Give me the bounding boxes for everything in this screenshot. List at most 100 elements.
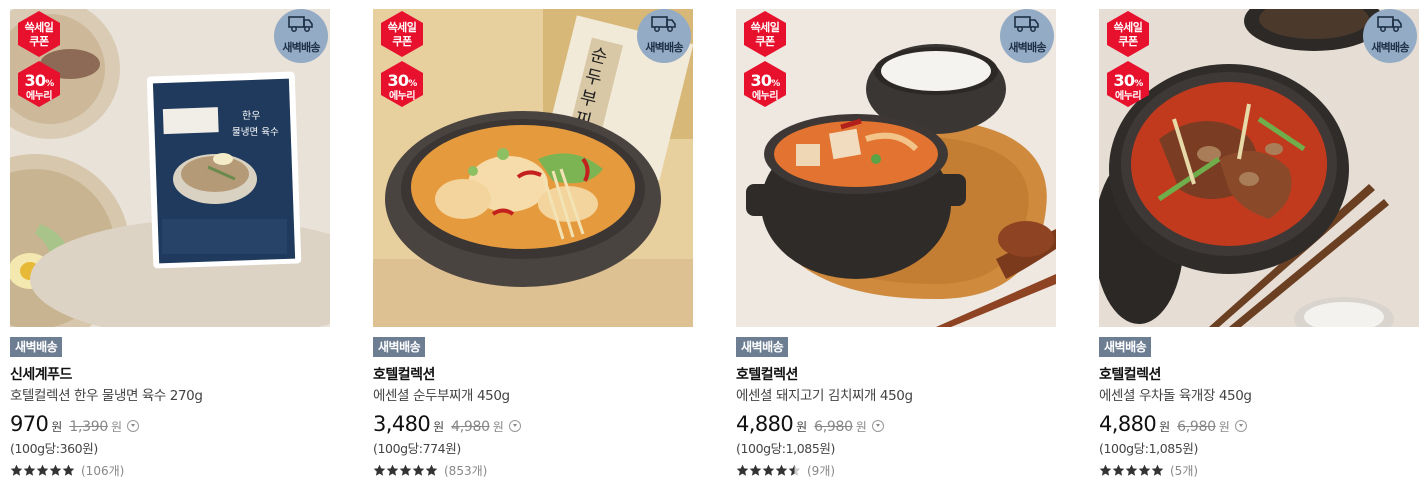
- chevron-down-circle-icon[interactable]: [508, 420, 521, 432]
- product-card[interactable]: 쓱세일 쿠폰 30% 에누리 새벽배송 새벽배송 호텔컬렉션 에센셜 우차돌 육…: [1099, 9, 1419, 479]
- star-icon: [399, 464, 412, 476]
- badge-line2: 쿠폰: [755, 35, 775, 48]
- product-brand: 호텔컬렉션: [736, 367, 798, 383]
- original-price-unit: 원: [1218, 420, 1230, 434]
- product-brand: 호텔컬렉션: [1099, 367, 1161, 383]
- star-icon: [373, 464, 386, 476]
- original-price: 6,980: [814, 419, 853, 435]
- chevron-down-circle-icon[interactable]: [871, 420, 884, 432]
- price-unit: 원: [433, 420, 445, 434]
- product-image[interactable]: 쓱세일 쿠폰 30% 에누리 새벽배송: [1099, 9, 1419, 327]
- original-price: 1,390: [69, 419, 108, 435]
- product-image[interactable]: 쓱세일 쿠폰 30% 에누리 새벽배송: [736, 9, 1056, 327]
- badge-sub: 에누리: [25, 91, 53, 102]
- star-icon: [736, 464, 749, 476]
- dawn-delivery-badge: 새벽배송: [1000, 9, 1054, 63]
- product-name[interactable]: 에센셜 순두부찌개 450g: [373, 387, 693, 405]
- original-price: 6,980: [1177, 419, 1216, 435]
- rating-row: (106개): [10, 461, 330, 479]
- review-count[interactable]: (5개): [1170, 462, 1198, 479]
- svg-text:물냉면 육수: 물냉면 육수: [232, 127, 279, 138]
- dawn-delivery-tag: 새벽배송: [736, 337, 789, 357]
- discount-percent: 30%: [1113, 71, 1144, 90]
- chevron-down-circle-icon[interactable]: [126, 420, 139, 432]
- sale-price: 4,880: [736, 412, 794, 436]
- product-image[interactable]: 순 두 부 찌 쓱세일: [373, 9, 693, 327]
- star-icon: [1125, 464, 1138, 476]
- original-price-unit: 원: [492, 420, 504, 434]
- product-image[interactable]: 한우 물냉면 육수 쓱세일 쿠폰 30% 에누리 새벽배송: [10, 9, 330, 327]
- dawn-delivery-tag: 새벽배송: [373, 337, 426, 357]
- sale-price: 970: [10, 412, 49, 436]
- badge-line2: 쿠폰: [29, 35, 49, 48]
- dawn-delivery-tag: 새벽배송: [1099, 337, 1152, 357]
- sale-coupon-badge: 쓱세일 쿠폰 30% 에누리: [742, 11, 788, 109]
- rating-row: (853개): [373, 461, 693, 479]
- price-unit: 원: [51, 420, 63, 434]
- star-icon: [36, 464, 49, 476]
- product-brand: 신세계푸드: [10, 367, 72, 383]
- dawn-delivery-label: 새벽배송: [1371, 41, 1409, 54]
- truck-icon: [288, 16, 313, 32]
- review-count[interactable]: (853개): [444, 462, 487, 479]
- badge-line1: 쓱세일: [750, 21, 780, 34]
- product-name[interactable]: 호텔컬렉션 한우 물냉면 육수 270g: [10, 387, 330, 405]
- price-unit: 원: [1159, 420, 1171, 434]
- product-grid: 한우 물냉면 육수 쓱세일 쿠폰 30% 에누리 새벽배송 새벽배송 신세계푸드…: [0, 0, 1419, 495]
- star-icon: [788, 464, 801, 476]
- price-row: 3,480 원 4,980 원: [373, 412, 693, 436]
- badge-sub: 에누리: [388, 91, 416, 102]
- star-rating: [1099, 464, 1164, 477]
- star-icon: [10, 464, 23, 476]
- rating-row: (5개): [1099, 461, 1419, 479]
- star-rating: [10, 464, 75, 477]
- price-row: 4,880 원 6,980 원: [1099, 412, 1419, 436]
- chevron-down-circle-icon[interactable]: [1234, 420, 1247, 432]
- product-name[interactable]: 에센셜 돼지고기 김치찌개 450g: [736, 387, 1056, 405]
- original-price-unit: 원: [110, 420, 122, 434]
- unit-price: (100g당:1,085원): [1099, 441, 1198, 456]
- product-card[interactable]: 쓱세일 쿠폰 30% 에누리 새벽배송 새벽배송 호텔컬렉션 에센셜 돼지고기 …: [736, 9, 1056, 479]
- badge-line2: 쿠폰: [1118, 35, 1138, 48]
- price-unit: 원: [796, 420, 808, 434]
- truck-icon: [651, 16, 676, 32]
- star-rating: [736, 464, 801, 477]
- star-icon: [1112, 464, 1125, 476]
- star-icon: [412, 464, 425, 476]
- product-name[interactable]: 에센셜 우차돌 육개장 450g: [1099, 387, 1419, 405]
- price-row: 970 원 1,390 원: [10, 412, 330, 436]
- sale-price: 3,480: [373, 412, 431, 436]
- original-price-unit: 원: [855, 420, 867, 434]
- product-card[interactable]: 순 두 부 찌 쓱세일: [373, 9, 693, 479]
- star-icon: [1138, 464, 1151, 476]
- unit-price: (100g당:1,085원): [736, 441, 835, 456]
- unit-price: (100g당:774원): [373, 441, 461, 456]
- truck-icon: [1377, 16, 1402, 32]
- star-rating: [373, 464, 438, 477]
- dawn-delivery-badge: 새벽배송: [274, 9, 328, 63]
- badge-sub: 에누리: [751, 91, 779, 102]
- badge-sub: 에누리: [1114, 91, 1142, 102]
- original-price: 4,980: [451, 419, 490, 435]
- star-icon: [62, 464, 75, 476]
- badge-line1: 쓱세일: [387, 21, 417, 34]
- discount-percent: 30%: [750, 71, 781, 90]
- dawn-delivery-tag: 새벽배송: [10, 337, 63, 357]
- dawn-delivery-label: 새벽배송: [282, 41, 320, 54]
- product-card[interactable]: 한우 물냉면 육수 쓱세일 쿠폰 30% 에누리 새벽배송 새벽배송 신세계푸드…: [10, 9, 330, 479]
- star-icon: [386, 464, 399, 476]
- dawn-delivery-badge: 새벽배송: [637, 9, 691, 63]
- discount-percent: 30%: [24, 71, 55, 90]
- badge-line2: 쿠폰: [392, 35, 412, 48]
- svg-text:한우: 한우: [242, 110, 260, 122]
- dawn-delivery-badge: 새벽배송: [1363, 9, 1417, 63]
- review-count[interactable]: (9개): [807, 462, 835, 479]
- star-icon: [1099, 464, 1112, 476]
- star-icon: [425, 464, 438, 476]
- star-icon: [49, 464, 62, 476]
- badge-line1: 쓱세일: [1113, 21, 1143, 34]
- product-brand: 호텔컬렉션: [373, 367, 435, 383]
- review-count[interactable]: (106개): [81, 462, 124, 479]
- dawn-delivery-label: 새벽배송: [1008, 41, 1046, 54]
- discount-percent: 30%: [387, 71, 418, 90]
